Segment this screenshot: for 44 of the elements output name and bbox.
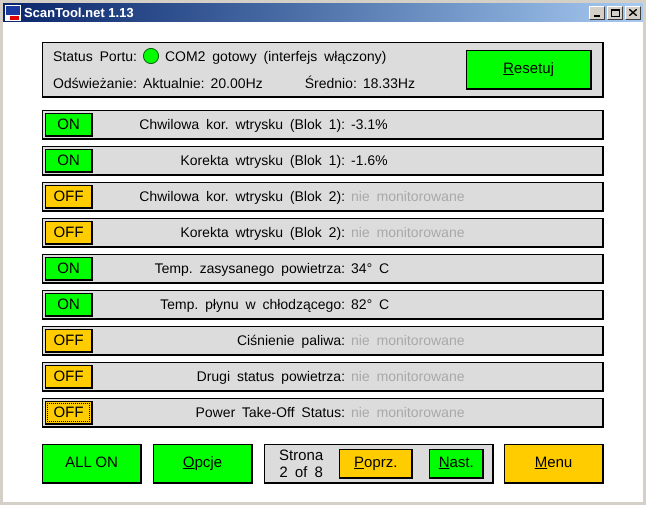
port-status-label: Status Portu: xyxy=(53,46,137,66)
sensor-label: Power Take-Off Status: xyxy=(194,403,345,422)
options-button[interactable]: Opcje xyxy=(153,444,253,484)
toggle-button[interactable]: ON xyxy=(45,292,93,316)
window-title: ScanTool.net 1.13 xyxy=(24,4,134,22)
sensor-value: 34° C xyxy=(351,259,390,278)
refresh-label: Odświeżanie: xyxy=(53,74,138,92)
sensor-value: -3.1% xyxy=(351,115,388,134)
sensor-value: 82° C xyxy=(351,295,390,314)
reset-button[interactable]: Resetuj xyxy=(466,50,592,90)
next-button[interactable]: Nast. xyxy=(429,448,484,478)
toggle-button[interactable]: ON xyxy=(45,112,93,136)
page-label: Strona xyxy=(279,446,324,464)
page-value: 2 of 8 xyxy=(279,464,323,480)
toggle-button[interactable]: OFF xyxy=(45,328,93,352)
sensor-label: Chwilowa kor. wtrysku (Blok 1): xyxy=(138,115,345,134)
current-rate-value: 20.00Hz xyxy=(210,74,263,92)
toggle-button[interactable]: ON xyxy=(45,148,93,172)
menu-button[interactable]: Menu xyxy=(504,444,604,484)
average-rate-label: Średnio: xyxy=(304,74,357,92)
maximize-icon xyxy=(610,8,620,16)
minimize-button[interactable] xyxy=(589,6,605,20)
sensor-label: Temp. płynu w chłodzącego: xyxy=(159,295,345,314)
toggle-button[interactable]: OFF xyxy=(45,364,93,388)
toggle-button[interactable]: ON xyxy=(45,256,93,280)
maximize-button[interactable] xyxy=(607,6,623,20)
sensor-label: Drugi status powietrza: xyxy=(196,367,345,386)
sensor-label: Korekta wtrysku (Blok 1): xyxy=(179,151,345,170)
sensor-label: Chwilowa kor. wtrysku (Blok 2): xyxy=(138,187,345,206)
all-on-button[interactable]: ALL ON xyxy=(42,444,142,484)
toggle-button[interactable]: OFF xyxy=(45,220,93,244)
previous-button[interactable]: Poprz. xyxy=(339,448,414,478)
toggle-button[interactable]: OFF xyxy=(45,184,93,208)
average-rate-value: 18.33Hz xyxy=(362,74,415,92)
close-icon xyxy=(629,9,637,16)
port-status-text: COM2 gotowy (interfejs włączony) xyxy=(164,46,386,66)
current-rate-label: Aktualnie: xyxy=(143,74,205,92)
toggle-button[interactable]: OFF xyxy=(45,400,93,424)
sensor-value: -1.6% xyxy=(351,151,388,170)
minimize-icon xyxy=(594,14,600,16)
sensor-label: Ciśnienie paliwa: xyxy=(236,331,345,350)
sensor-label: Temp. zasysanego powietrza: xyxy=(154,259,345,278)
sensor-label: Korekta wtrysku (Blok 2): xyxy=(179,223,345,242)
close-button[interactable] xyxy=(625,6,641,20)
